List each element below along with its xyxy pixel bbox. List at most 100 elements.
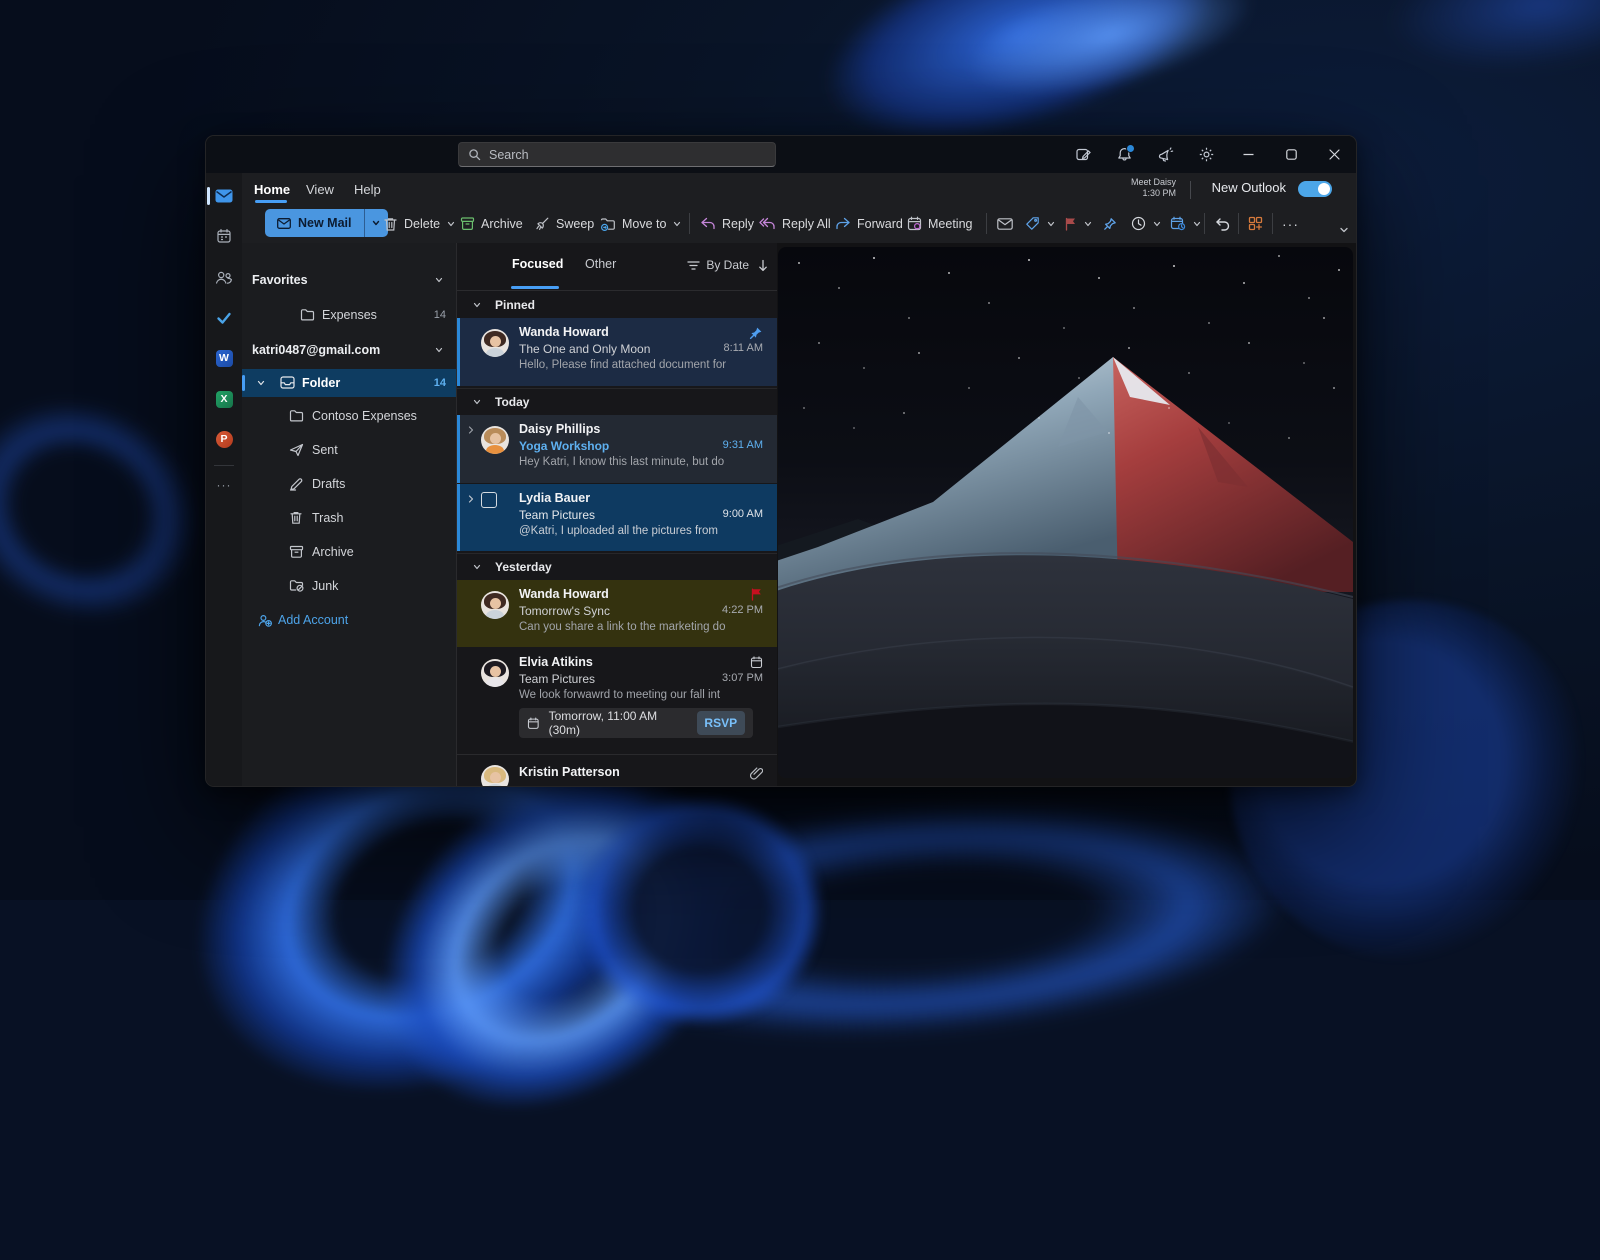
feedback-icon[interactable] <box>1063 136 1104 173</box>
flagged-flag-icon[interactable] <box>750 588 763 601</box>
move-to-button[interactable]: Move to <box>600 210 682 237</box>
message-row-wanda-flagged[interactable]: Wanda Howard Tomorrow's Sync 4:22 PM Can… <box>457 580 777 647</box>
tag-dropdown-chevron[interactable] <box>1046 219 1056 229</box>
avatar <box>481 426 509 454</box>
maximize-button[interactable] <box>1270 136 1313 173</box>
folder-pane: Favorites Expenses 14 katri0487@gmail.co… <box>242 243 456 786</box>
toolbar-separator <box>689 213 690 234</box>
pinned-pin-icon[interactable] <box>749 326 763 340</box>
sweep-button[interactable]: Sweep <box>535 210 594 237</box>
minimize-button[interactable] <box>1227 136 1270 173</box>
account-header[interactable]: katri0487@gmail.com <box>242 336 456 364</box>
message-row-elvia[interactable]: Elvia Atikins Team Pictures 3:07 PM We l… <box>457 648 777 752</box>
folder-inbox-selected[interactable]: Folder 14 <box>242 369 456 397</box>
menu-divider <box>1190 181 1191 199</box>
rail-word-icon[interactable]: W <box>206 342 242 374</box>
rail-more-apps-button[interactable]: ··· <box>206 469 242 501</box>
move-to-dropdown-chevron[interactable] <box>672 219 682 229</box>
tab-home[interactable]: Home <box>254 178 290 202</box>
reading-pane-image[interactable] <box>778 247 1353 778</box>
toolbar-separator <box>986 213 987 234</box>
schedule-dropdown-chevron[interactable] <box>1192 219 1202 229</box>
section-today[interactable]: Today <box>457 388 777 414</box>
rail-excel-icon[interactable]: X <box>206 383 242 415</box>
ribbon-collapse-chevron[interactable] <box>1338 216 1350 243</box>
toolbar-separator <box>1272 213 1273 234</box>
folder-archive[interactable]: Archive <box>242 538 456 566</box>
message-row-kristin[interactable]: Kristin Patterson <box>457 756 777 786</box>
rail-todo-icon[interactable] <box>206 302 242 334</box>
read-unread-icon[interactable] <box>997 210 1013 237</box>
add-ins-icon[interactable] <box>1248 210 1263 237</box>
selected-folder-indicator <box>242 375 245 391</box>
junk-folder-icon <box>289 579 304 592</box>
favorites-collapse-chevron[interactable] <box>434 275 444 285</box>
tab-other[interactable]: Other <box>585 257 616 271</box>
expand-thread-chevron[interactable] <box>466 494 476 504</box>
folder-expand-chevron[interactable] <box>256 378 266 388</box>
clock-dropdown-chevron[interactable] <box>1152 219 1162 229</box>
add-account-button[interactable]: Add Account <box>242 606 456 634</box>
new-mail-button[interactable]: New Mail <box>265 209 388 237</box>
flag-dropdown-chevron[interactable] <box>1083 219 1093 229</box>
categorize-tag-icon[interactable] <box>1025 210 1056 237</box>
undo-icon[interactable] <box>1214 210 1230 237</box>
favorites-header[interactable]: Favorites <box>242 266 456 294</box>
reply-button[interactable]: Reply <box>700 210 754 237</box>
snooze-clock-icon[interactable] <box>1131 210 1162 237</box>
tab-focused[interactable]: Focused <box>512 257 563 271</box>
settings-gear-icon[interactable] <box>1186 136 1227 173</box>
ribbon: Home View Help Meet Daisy 1:30 PM New Ou… <box>242 173 1356 243</box>
folder-expenses[interactable]: Expenses 14 <box>242 301 456 329</box>
folder-contoso-expenses[interactable]: Contoso Expenses <box>242 402 456 430</box>
section-collapse-chevron[interactable] <box>472 397 482 407</box>
rail-mail-icon[interactable] <box>206 180 242 212</box>
account-collapse-chevron[interactable] <box>434 345 444 355</box>
message-row-lydia-selected[interactable]: Lydia Bauer Team Pictures 9:00 AM @Katri… <box>457 484 777 551</box>
calendar-icon <box>527 717 540 730</box>
folder-junk[interactable]: Junk <box>242 572 456 600</box>
pin-icon[interactable] <box>1103 210 1117 237</box>
flag-icon[interactable] <box>1064 210 1093 237</box>
meet-daisy-status[interactable]: Meet Daisy 1:30 PM <box>1106 177 1176 199</box>
sort-direction-icon[interactable] <box>757 259 769 272</box>
main-content: Favorites Expenses 14 katri0487@gmail.co… <box>242 243 1356 786</box>
folder-sent[interactable]: Sent <box>242 436 456 464</box>
message-checkbox[interactable] <box>481 492 497 508</box>
section-yesterday[interactable]: Yesterday <box>457 553 777 579</box>
event-calendar-icon <box>750 656 763 669</box>
window-titlebar[interactable]: Search <box>206 136 1356 173</box>
folder-trash[interactable]: Trash <box>242 504 456 532</box>
whats-new-megaphone-icon[interactable] <box>1145 136 1186 173</box>
rail-powerpoint-icon[interactable]: P <box>206 423 242 455</box>
meeting-button[interactable]: Meeting <box>907 210 972 237</box>
expand-thread-chevron[interactable] <box>466 425 476 435</box>
delete-dropdown-chevron[interactable] <box>446 219 456 229</box>
schedule-send-icon[interactable] <box>1170 210 1202 237</box>
message-row-wanda-pinned[interactable]: Wanda Howard The One and Only Moon 8:11 … <box>457 318 777 386</box>
search-input[interactable]: Search <box>458 142 776 167</box>
section-collapse-chevron[interactable] <box>472 562 482 572</box>
tab-view[interactable]: View <box>306 178 334 202</box>
folder-drafts[interactable]: Drafts <box>242 470 456 498</box>
reply-all-button[interactable]: Reply All <box>758 210 831 237</box>
rail-people-icon[interactable] <box>206 261 242 293</box>
avatar <box>481 329 509 357</box>
outlook-window: Search <box>205 135 1357 787</box>
rail-divider <box>214 465 234 466</box>
rail-calendar-icon[interactable] <box>206 220 242 252</box>
tab-help[interactable]: Help <box>354 178 381 202</box>
forward-button[interactable]: Forward <box>835 210 903 237</box>
delete-button[interactable]: Delete <box>383 210 456 237</box>
toolbar-more-button[interactable]: ··· <box>1282 210 1299 237</box>
section-collapse-chevron[interactable] <box>472 300 482 310</box>
sort-by-date-button[interactable]: By Date <box>687 258 749 272</box>
archive-button[interactable]: Archive <box>460 210 523 237</box>
notifications-bell-icon[interactable] <box>1104 136 1145 173</box>
rsvp-button[interactable]: RSVP <box>697 711 746 735</box>
new-outlook-toggle[interactable] <box>1298 181 1332 197</box>
avatar <box>481 765 509 786</box>
message-row-daisy[interactable]: Daisy Phillips Yoga Workshop 9:31 AM Hey… <box>457 415 777 483</box>
close-button[interactable] <box>1313 136 1356 173</box>
section-pinned[interactable]: Pinned <box>457 292 777 318</box>
